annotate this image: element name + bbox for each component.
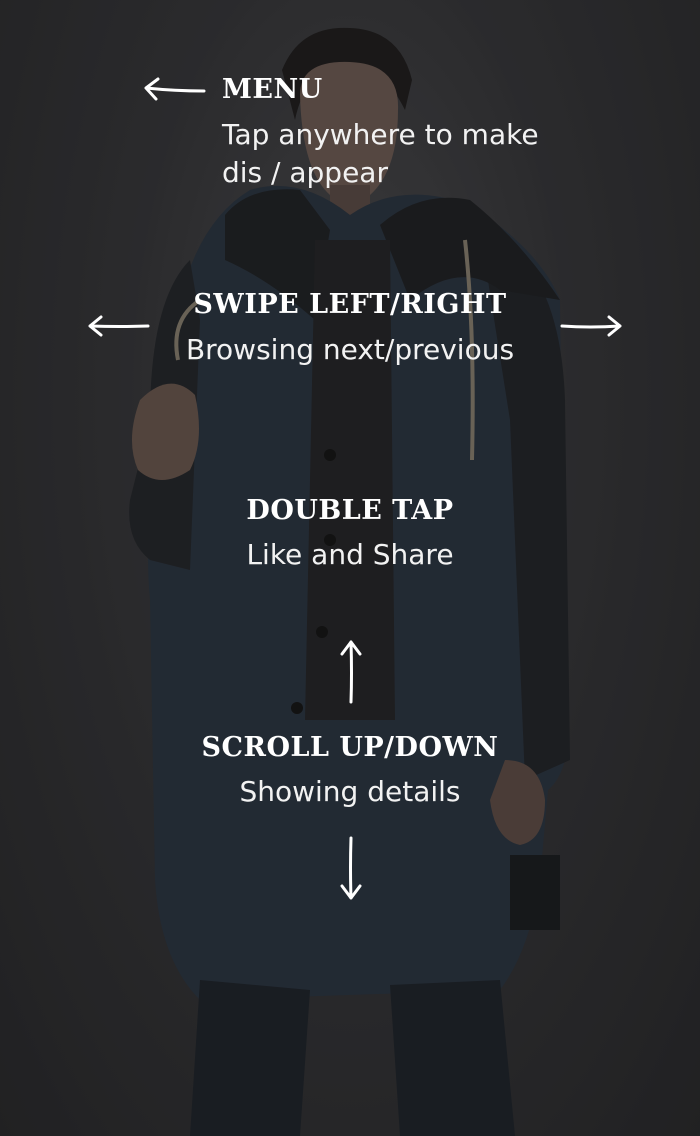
scroll-heading: SCROLL UP/DOWN (201, 732, 499, 763)
menu-description-line2: dis / appear (222, 156, 388, 189)
scroll-up-arrow-icon (340, 640, 362, 704)
scroll-down-arrow-icon (340, 836, 362, 900)
swipe-right-arrow-icon (560, 315, 622, 337)
menu-description-line1: Tap anywhere to make (222, 118, 539, 151)
tutorial-overlay-screen[interactable]: MENU Tap anywhere to make dis / appear S… (0, 0, 700, 1136)
double-tap-description: Like and Share (246, 538, 454, 571)
left-arrow-icon (144, 77, 206, 101)
scroll-description: Showing details (239, 775, 461, 808)
menu-heading: MENU (222, 74, 323, 105)
double-tap-heading: DOUBLE TAP (246, 495, 454, 526)
